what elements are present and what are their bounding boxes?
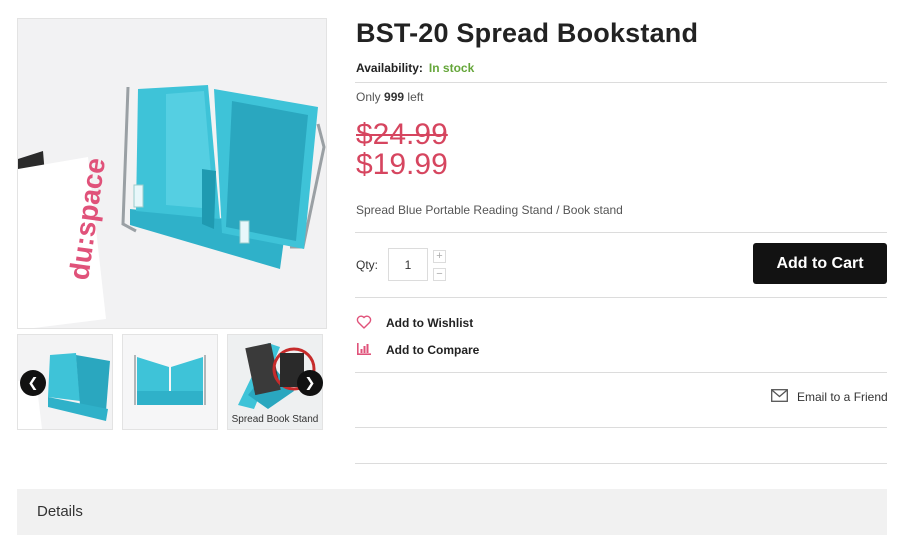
thumbnail-2-image (123, 335, 217, 429)
compare-label: Add to Compare (386, 343, 480, 357)
envelope-icon (771, 389, 788, 402)
divider (355, 232, 887, 233)
divider (355, 372, 887, 373)
stock-count-prefix: Only (356, 90, 381, 104)
qty-increase-button[interactable]: + (433, 250, 446, 263)
old-price: $24.99 (356, 118, 448, 151)
divider (355, 463, 887, 464)
chevron-left-icon[interactable]: ❮ (20, 370, 46, 396)
stock-count-value: 999 (384, 90, 405, 104)
main-product-image[interactable]: du:space (17, 18, 327, 329)
product-title: BST-20 Spread Bookstand (356, 18, 699, 48)
availability-label: Availability: (356, 61, 423, 75)
quantity-input[interactable] (388, 248, 428, 281)
thumbnail-3-caption: Spread Book Stand (231, 414, 319, 425)
qty-label: Qty: (356, 258, 379, 272)
email-label: Email to a Friend (797, 390, 888, 404)
thumbnail-2[interactable] (122, 334, 218, 430)
details-tab[interactable]: Details (17, 489, 887, 535)
stock-count-suffix: left (407, 90, 424, 104)
divider (355, 427, 887, 428)
qty-decrease-button[interactable]: − (433, 268, 446, 281)
wishlist-label: Add to Wishlist (386, 316, 474, 330)
stock-status: In stock (428, 61, 475, 75)
chevron-right-icon[interactable]: ❯ (297, 370, 323, 396)
heart-icon (356, 315, 372, 329)
availability: Availability: In stock (356, 61, 474, 75)
add-to-cart-button[interactable]: Add to Cart (753, 243, 887, 284)
details-tab-label: Details (37, 503, 83, 520)
current-price: $19.99 (356, 148, 448, 181)
bookstand-illustration: du:space (18, 19, 326, 328)
thumbnail-strip: Spread Book Stand ❮ ❯ (17, 334, 323, 430)
divider (355, 82, 887, 83)
bar-chart-icon (357, 343, 371, 355)
divider (355, 297, 887, 298)
stock-count: Only 999 left (356, 90, 423, 104)
short-description: Spread Blue Portable Reading Stand / Boo… (356, 203, 623, 217)
